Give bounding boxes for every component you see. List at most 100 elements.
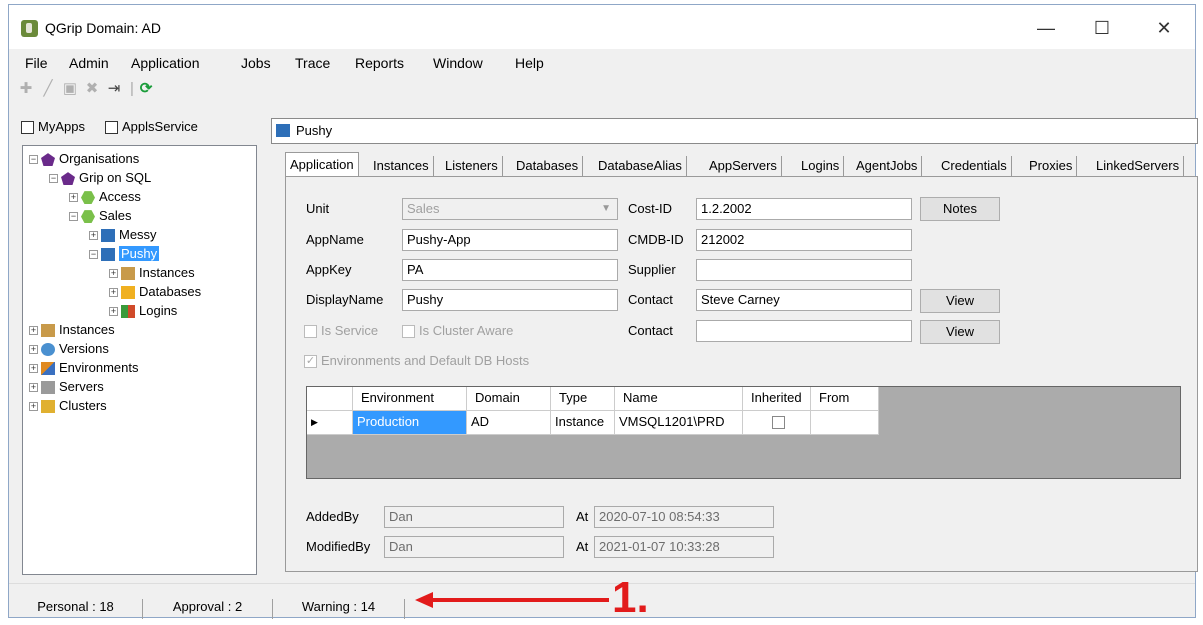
cell-type[interactable]: Instance	[551, 411, 615, 435]
menu-admin[interactable]: Admin	[69, 55, 109, 71]
tab-proxies[interactable]: Proxies	[1025, 156, 1078, 178]
status-approval[interactable]: Approval : 2	[143, 599, 273, 619]
refresh-icon[interactable]: ⟳	[137, 79, 155, 99]
env-default-checkbox[interactable]: ✓ Environments and Default DB Hosts	[304, 353, 529, 369]
tab-agentjobs[interactable]: AgentJobs	[852, 156, 923, 178]
tree-node-instances[interactable]: + Instances	[29, 321, 115, 339]
exit-icon[interactable]: ⇥	[105, 79, 123, 99]
column-header-type[interactable]: Type	[551, 387, 615, 411]
tab-instances[interactable]: Instances	[369, 156, 434, 178]
appkey-field[interactable]: PA	[402, 259, 618, 281]
status-warning[interactable]: Warning : 14	[273, 599, 405, 619]
expand-icon[interactable]: +	[29, 402, 38, 412]
supplier-field[interactable]	[696, 259, 912, 281]
contact2-field[interactable]	[696, 320, 912, 342]
expand-icon[interactable]: +	[29, 383, 38, 393]
collapse-icon[interactable]: −	[29, 155, 38, 165]
menu-jobs[interactable]: Jobs	[241, 55, 271, 71]
tree-node-pushy-instances[interactable]: + Instances	[109, 264, 195, 282]
tab-appservers[interactable]: AppServers	[705, 156, 782, 178]
appname-field[interactable]: Pushy-App	[402, 229, 618, 251]
maximize-button[interactable]: ☐	[1079, 13, 1125, 43]
tree-node-grip-on-sql[interactable]: − Grip on SQL	[49, 169, 151, 187]
close-button[interactable]: ✕	[1141, 13, 1187, 43]
cell-inherited[interactable]	[743, 411, 811, 435]
tab-application[interactable]: Application	[285, 152, 359, 178]
menu-help[interactable]: Help	[515, 55, 544, 71]
applsservice-checkbox[interactable]: ApplsService	[105, 119, 198, 135]
collapse-icon[interactable]: −	[49, 174, 58, 184]
menu-application[interactable]: Application	[131, 55, 200, 71]
myapps-checkbox[interactable]: MyApps	[21, 119, 85, 135]
costid-field[interactable]: 1.2.2002	[696, 198, 912, 220]
menu-trace[interactable]: Trace	[295, 55, 330, 71]
edit-icon[interactable]: ╱	[39, 79, 57, 99]
column-header-environment[interactable]: Environment	[353, 387, 467, 411]
expand-icon[interactable]: +	[69, 193, 78, 203]
contact-field[interactable]: Steve Carney	[696, 289, 912, 311]
cell-environment[interactable]: Production	[353, 411, 467, 435]
cell-domain[interactable]: AD	[467, 411, 551, 435]
tree-node-pushy[interactable]: − Pushy	[89, 245, 160, 263]
cell-name[interactable]: VMSQL1201\PRD	[615, 411, 743, 435]
delete-icon[interactable]: ✖	[83, 79, 101, 99]
collapse-icon[interactable]: −	[69, 212, 78, 222]
tree-node-organisations[interactable]: − Organisations	[29, 150, 139, 168]
expand-icon[interactable]: +	[89, 231, 98, 241]
tab-logins[interactable]: Logins	[797, 156, 845, 178]
checkbox-icon[interactable]	[304, 325, 317, 339]
save-icon[interactable]: ▣	[61, 79, 79, 99]
tree-node-messy[interactable]: + Messy	[89, 226, 157, 244]
add-icon[interactable]: ✚	[17, 79, 35, 99]
checked-icon[interactable]: ✓	[304, 355, 317, 369]
tab-listeners[interactable]: Listeners	[441, 156, 503, 178]
expand-icon[interactable]: +	[29, 326, 38, 336]
window-title: QGrip Domain: AD	[45, 20, 161, 36]
column-header-from[interactable]: From	[811, 387, 879, 411]
tree-node-pushy-databases[interactable]: + Databases	[109, 283, 201, 301]
tab-credentials[interactable]: Credentials	[937, 156, 1012, 178]
clusters-icon	[41, 400, 55, 414]
expand-icon[interactable]: +	[109, 307, 118, 317]
is-cluster-aware-checkbox[interactable]: Is Cluster Aware	[402, 323, 513, 339]
expand-icon[interactable]: +	[29, 345, 38, 355]
tree-node-access[interactable]: + Access	[69, 188, 141, 206]
column-header-inherited[interactable]: Inherited	[743, 387, 811, 411]
unit-label: Unit	[306, 201, 330, 216]
expand-icon[interactable]: +	[29, 364, 38, 374]
tree-label: Logins	[139, 303, 178, 318]
environments-icon	[41, 362, 55, 376]
status-personal[interactable]: Personal : 18	[9, 599, 143, 619]
inherited-checkbox-icon[interactable]	[772, 416, 785, 430]
cell-from[interactable]	[811, 411, 879, 435]
myapps-check-icon[interactable]	[21, 121, 34, 135]
menu-window[interactable]: Window	[433, 55, 483, 71]
expand-icon[interactable]: +	[109, 269, 118, 279]
row-selector-icon[interactable]: ▶	[307, 411, 353, 435]
displayname-field[interactable]: Pushy	[402, 289, 618, 311]
tree-node-clusters[interactable]: + Clusters	[29, 397, 107, 415]
is-service-checkbox[interactable]: Is Service	[304, 323, 378, 339]
tab-databases[interactable]: Databases	[512, 156, 584, 178]
column-header-domain[interactable]: Domain	[467, 387, 551, 411]
collapse-icon[interactable]: −	[89, 250, 98, 260]
notes-button[interactable]: Notes	[920, 197, 1000, 221]
unit-select[interactable]: Sales ▼	[402, 198, 618, 220]
cmdbid-field[interactable]: 212002	[696, 229, 912, 251]
tree-node-environments[interactable]: + Environments	[29, 359, 138, 377]
tab-databasealias[interactable]: DatabaseAlias	[594, 156, 687, 178]
menu-file[interactable]: File	[25, 55, 48, 71]
minimize-button[interactable]: —	[1023, 13, 1069, 43]
expand-icon[interactable]: +	[109, 288, 118, 298]
tree-node-versions[interactable]: + Versions	[29, 340, 109, 358]
tree-node-sales[interactable]: − Sales	[69, 207, 132, 225]
tree-node-servers[interactable]: + Servers	[29, 378, 104, 396]
view-contact2-button[interactable]: View	[920, 320, 1000, 344]
view-contact-button[interactable]: View	[920, 289, 1000, 313]
checkbox-icon[interactable]	[402, 325, 415, 339]
tab-linkedservers[interactable]: LinkedServers	[1092, 156, 1185, 178]
menu-reports[interactable]: Reports	[355, 55, 404, 71]
tree-node-pushy-logins[interactable]: + Logins	[109, 302, 177, 320]
applsservice-check-icon[interactable]	[105, 121, 118, 135]
column-header-name[interactable]: Name	[615, 387, 743, 411]
